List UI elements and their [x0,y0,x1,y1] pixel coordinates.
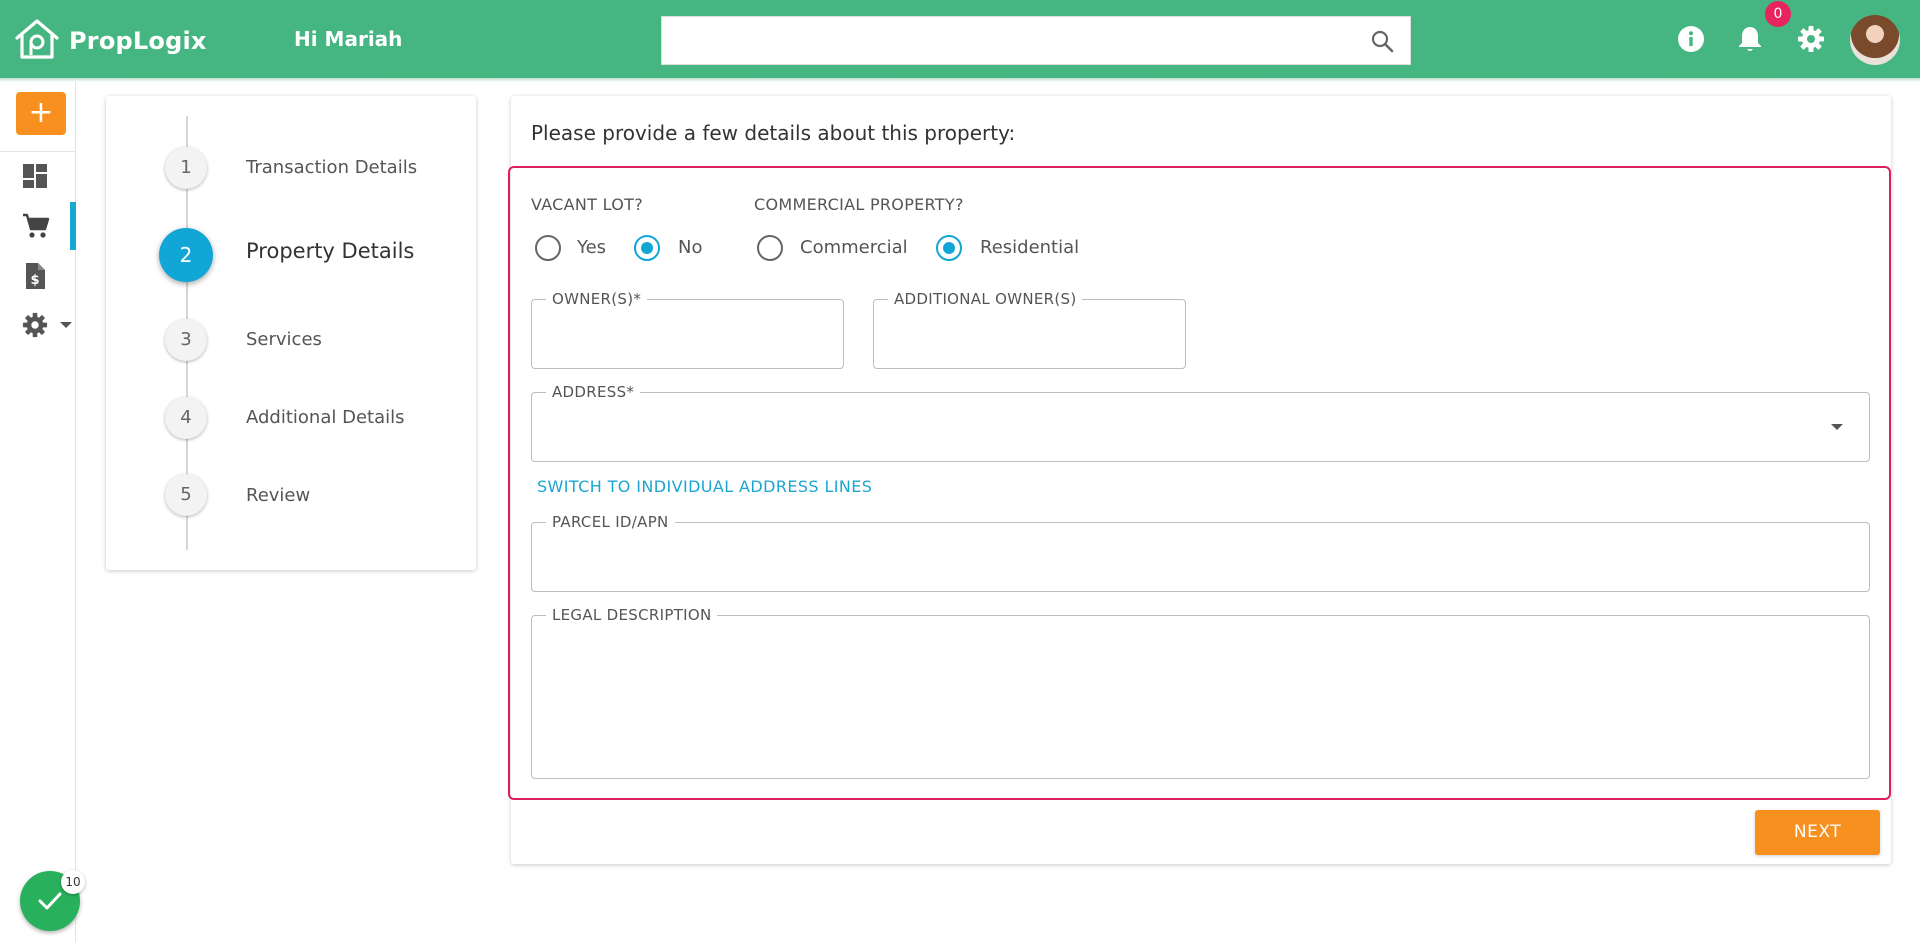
parcel-id-input[interactable] [548,543,1819,571]
dashboard-icon[interactable] [22,163,48,193]
address-field-label: ADDRESS* [546,383,641,401]
search-input[interactable] [662,17,1352,64]
address-input[interactable] [548,413,1819,441]
parcel-id-field-label: PARCEL ID/APN [546,513,675,531]
step-4-label[interactable]: Additional Details [246,407,404,428]
settings-icon[interactable] [22,312,48,342]
logo-text: PropLogix [69,27,207,55]
rail-active-indicator [70,202,76,250]
parcel-id-field: PARCEL ID/APN [531,513,1870,592]
user-greeting: Hi Mariah [294,27,403,51]
top-bar-shadow [0,78,1920,82]
vacant-lot-no-label[interactable]: No [678,237,702,258]
owners-input[interactable] [548,320,793,348]
vacant-lot-yes-radio[interactable] [535,235,561,261]
step-1-circle[interactable]: 1 [165,147,207,189]
search-icon[interactable] [1370,29,1394,57]
address-field[interactable]: ADDRESS* [531,383,1870,462]
commercial-label[interactable]: Commercial [800,237,908,258]
vacant-lot-yes-label[interactable]: Yes [577,237,606,258]
residential-radio[interactable] [936,235,962,261]
residential-label[interactable]: Residential [980,237,1079,258]
additional-owners-input[interactable] [890,320,1135,348]
step-3-label[interactable]: Services [246,329,322,350]
commercial-property-label: COMMERCIAL PROPERTY? [754,195,964,214]
commercial-radio[interactable] [757,235,783,261]
settings-gear-icon[interactable] [1797,25,1825,57]
cart-icon[interactable] [22,212,50,244]
tasks-count-badge: 10 [61,870,85,894]
add-order-button[interactable]: + [16,92,66,135]
step-2-label[interactable]: Property Details [246,239,414,263]
chevron-down-icon[interactable] [1831,424,1843,430]
info-icon[interactable] [1677,25,1705,57]
checkmark-icon [37,890,63,916]
step-5-label[interactable]: Review [246,485,310,506]
form-title: Please provide a few details about this … [531,121,1016,145]
svg-text:$: $ [30,273,39,288]
step-5-circle[interactable]: 5 [165,474,207,516]
legal-description-textarea[interactable] [548,638,1853,766]
next-button[interactable]: NEXT [1755,810,1880,855]
step-4-circle[interactable]: 4 [165,397,207,439]
app-logo[interactable]: PropLogix [13,18,207,64]
additional-owners-field: ADDITIONAL OWNER(S) [873,290,1186,369]
logo-house-icon [13,18,61,64]
left-rail [0,82,76,942]
step-1-label[interactable]: Transaction Details [246,157,417,178]
user-avatar[interactable] [1850,15,1900,65]
additional-owners-field-label: ADDITIONAL OWNER(S) [888,290,1083,308]
rail-divider [0,151,76,152]
invoice-icon[interactable]: $ [24,262,46,294]
settings-chevron-down-icon[interactable] [60,322,72,328]
legal-description-field-label: LEGAL DESCRIPTION [546,606,718,624]
bell-icon[interactable] [1737,25,1763,57]
search-box [661,16,1411,65]
switch-address-lines-link[interactable]: SWITCH TO INDIVIDUAL ADDRESS LINES [537,477,872,496]
vacant-lot-label: VACANT LOT? [531,195,644,214]
owners-field-label: OWNER(S)* [546,290,648,308]
notification-count-badge: 0 [1765,1,1791,27]
step-2-circle[interactable]: 2 [159,228,213,282]
vacant-lot-no-radio[interactable] [634,235,660,261]
owners-field: OWNER(S)* [531,290,844,369]
legal-description-field: LEGAL DESCRIPTION [531,606,1870,779]
step-3-circle[interactable]: 3 [165,319,207,361]
